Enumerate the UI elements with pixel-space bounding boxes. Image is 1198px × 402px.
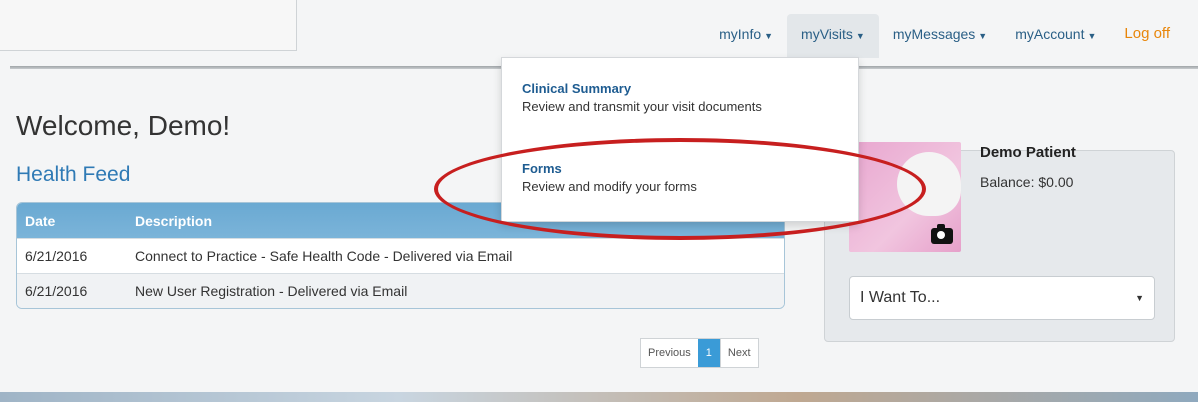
nav-myinfo-label: myInfo [719, 26, 762, 42]
welcome-heading: Welcome, Demo! [16, 110, 231, 141]
menu-item-title: Clinical Summary [522, 81, 632, 96]
table-row: 6/21/2016 New User Registration - Delive… [17, 273, 784, 308]
row-date: 6/21/2016 [25, 248, 88, 264]
row-description: Connect to Practice - Safe Health Code -… [135, 248, 513, 264]
i-want-to-select[interactable]: I Want To... ▼ [849, 276, 1155, 320]
nav-myaccount-label: myAccount [1015, 26, 1085, 42]
column-header-date: Date [25, 212, 56, 229]
pagination: Previous 1 Next [640, 338, 759, 368]
menu-item-clinical-summary[interactable]: Clinical Summary Review and transmit you… [522, 81, 762, 114]
menu-item-description: Review and transmit your visit documents [522, 99, 762, 114]
caret-down-icon: ▼ [855, 31, 865, 41]
top-nav: myInfo ▼ myVisits ▼ myMessages ▼ myAccount ▼… [705, 14, 1184, 58]
balance-label: Balance: $0.00 [980, 174, 1074, 190]
nav-myinfo[interactable]: myInfo ▼ [705, 14, 787, 58]
next-page-button[interactable]: Next [719, 339, 758, 367]
logoff-link[interactable]: Log off [1110, 14, 1184, 58]
health-feed-heading: Health Feed [16, 163, 131, 186]
patient-name: Demo Patient [980, 144, 1076, 161]
caret-down-icon: ▼ [978, 31, 988, 41]
caret-down-icon: ▼ [1135, 293, 1144, 303]
caret-down-icon: ▼ [1087, 31, 1097, 41]
caret-down-icon: ▼ [764, 31, 774, 41]
nav-myvisits-label: myVisits [801, 26, 853, 42]
row-date: 6/21/2016 [25, 283, 88, 299]
camera-icon[interactable] [931, 224, 953, 244]
logo-area [0, 0, 297, 51]
footer-image-strip [0, 392, 1198, 402]
select-value: I Want To... [860, 289, 941, 306]
nav-mymessages-label: myMessages [892, 26, 976, 42]
red-highlight-ellipse [434, 138, 926, 240]
nav-myvisits[interactable]: myVisits ▼ [787, 14, 879, 58]
table-row: 6/21/2016 Connect to Practice - Safe Hea… [17, 238, 784, 273]
page-1-button[interactable]: 1 [697, 339, 720, 367]
nav-myaccount[interactable]: myAccount ▼ [1001, 14, 1110, 58]
nav-mymessages[interactable]: myMessages ▼ [879, 14, 1001, 58]
previous-page-button[interactable]: Previous [641, 339, 698, 367]
row-description: New User Registration - Delivered via Em… [135, 283, 408, 299]
